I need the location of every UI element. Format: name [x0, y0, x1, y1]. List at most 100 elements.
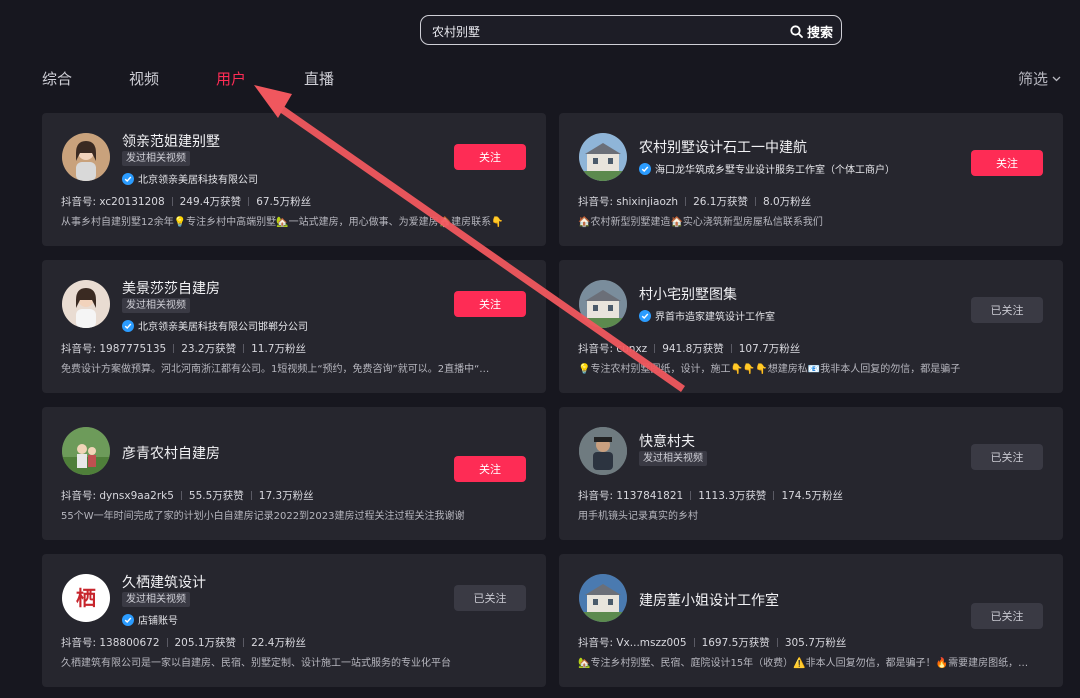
verification: 海口龙华筑成乡墅专业设计服务工作室（个体工商户）: [639, 161, 895, 176]
avatar[interactable]: [579, 574, 627, 622]
verification: 店铺账号: [122, 612, 178, 627]
user-card[interactable]: 农村别墅设计石工一中建航海口龙华筑成乡墅专业设计服务工作室（个体工商户） 抖音号:…: [559, 113, 1063, 246]
filter-button[interactable]: 筛选: [1018, 68, 1061, 89]
user-stats: 抖音号: cunxz 941.8万获赞 107.7万粉丝: [578, 341, 800, 356]
verified-check-icon: [639, 162, 651, 175]
search-button-label: 搜索: [806, 26, 833, 41]
user-name[interactable]: 农村别墅设计石工一中建航: [639, 137, 807, 157]
douyin-id: 抖音号: 1137841821: [578, 490, 684, 502]
search-input[interactable]: 农村别墅: [432, 23, 480, 40]
avatar[interactable]: [62, 280, 110, 328]
user-card[interactable]: 美景莎莎自建房 发过相关视频 北京领亲美居科技有限公司邯郸分公司 抖音号: 19877…: [42, 260, 546, 393]
user-card[interactable]: 建房董小姐设计工作室抖音号: Vx...mszz005 1697.5万获赞 305.…: [559, 554, 1063, 687]
divider: [773, 491, 775, 500]
user-card[interactable]: 彦青农村自建房抖音号: dynsx9aa2rk5 55.5万获赞 17.3万粉丝 55…: [42, 407, 546, 540]
search-icon: [790, 25, 803, 38]
user-name[interactable]: 美景莎莎自建房: [122, 278, 220, 298]
filter-label: 筛选: [1018, 70, 1049, 88]
user-stats: 抖音号: 1987775135 23.2万获赞 11.7万粉丝: [61, 341, 306, 356]
followed-button[interactable]: 已关注: [454, 585, 526, 611]
user-bio: 55个W一年时间完成了家的计划小白自建房记录2022到2023建房过程关注过程关…: [61, 511, 465, 522]
verification-label: 海口龙华筑成乡墅专业设计服务工作室（个体工商户）: [655, 165, 895, 176]
verification-label: 界首市造家建筑设计工作室: [655, 312, 775, 323]
verified-check-icon: [122, 172, 134, 185]
avatar[interactable]: [62, 427, 110, 475]
likes-count: 23.2万获赞: [181, 343, 237, 355]
verification: 界首市造家建筑设计工作室: [639, 308, 775, 323]
fans-count: 8.0万粉丝: [762, 196, 812, 208]
user-card[interactable]: 栖 久栖建筑设计 发过相关视频 店铺账号 抖音号: 138800672 205.1万获赞 2…: [42, 554, 546, 687]
search-bar[interactable]: 农村别墅 搜索: [420, 15, 842, 45]
divider: [730, 344, 732, 353]
divider: [243, 344, 245, 353]
fans-count: 305.7万粉丝: [784, 637, 847, 649]
tab-general[interactable]: 综合: [42, 68, 72, 89]
avatar[interactable]: 栖: [62, 574, 110, 622]
follow-button[interactable]: 关注: [454, 144, 526, 170]
user-name[interactable]: 村小宅别墅图集: [639, 284, 737, 304]
verified-check-icon: [639, 309, 651, 322]
divider: [180, 491, 182, 500]
follow-button[interactable]: 关注: [454, 291, 526, 317]
followed-button[interactable]: 已关注: [971, 444, 1043, 470]
divider: [173, 344, 175, 353]
likes-count: 941.8万获赞: [662, 343, 724, 355]
user-bio: 用手机镜头记录真实的乡村: [578, 511, 698, 522]
likes-count: 1697.5万获赞: [701, 637, 770, 649]
user-name[interactable]: 建房董小姐设计工作室: [639, 590, 779, 610]
avatar[interactable]: [579, 280, 627, 328]
tab-users[interactable]: 用户: [216, 68, 246, 89]
user-card[interactable]: 快意村夫 发过相关视频 抖音号: 1137841821 1113.3万获赞 174.5万…: [559, 407, 1063, 540]
fans-count: 67.5万粉丝: [256, 196, 312, 208]
user-name[interactable]: 久栖建筑设计: [122, 572, 206, 592]
divider: [248, 197, 250, 206]
user-card[interactable]: 村小宅别墅图集界首市造家建筑设计工作室抖音号: cunxz 941.8万获赞 107…: [559, 260, 1063, 393]
user-name[interactable]: 彦青农村自建房: [122, 443, 220, 463]
user-stats: 抖音号: shixinjiaozh 26.1万获赞 8.0万粉丝: [578, 194, 811, 209]
user-bio: 💡专注农村别墅图纸，设计，施工👇👇👇想建房私📧我非本人回复的勿信，都是骗子: [578, 364, 961, 375]
verification: 北京领亲美居科技有限公司邯郸分公司: [122, 318, 308, 333]
verification: 北京领亲美居科技有限公司: [122, 171, 258, 186]
tab-videos[interactable]: 视频: [129, 68, 159, 89]
user-stats: 抖音号: xc20131208 249.4万获赞 67.5万粉丝: [61, 194, 311, 209]
avatar[interactable]: [62, 133, 110, 181]
avatar[interactable]: [579, 133, 627, 181]
verified-check-icon: [122, 613, 134, 626]
user-stats: 抖音号: dynsx9aa2rk5 55.5万获赞 17.3万粉丝: [61, 488, 314, 503]
chevron-down-icon: [1052, 76, 1061, 81]
user-name[interactable]: 快意村夫: [639, 431, 695, 451]
fans-count: 107.7万粉丝: [738, 343, 801, 355]
divider: [693, 638, 695, 647]
user-bio: 🏡专注乡村别墅、民宿、庭院设计15年（收费）⚠️非本人回复勿信，都是骗子！🔥需要…: [578, 658, 1029, 669]
likes-count: 26.1万获赞: [693, 196, 748, 208]
douyin-id: 抖音号: dynsx9aa2rk5: [61, 490, 174, 502]
divider: [754, 197, 756, 206]
user-stats: 抖音号: 138800672 205.1万获赞 22.4万粉丝: [61, 635, 306, 650]
followed-button[interactable]: 已关注: [971, 297, 1043, 323]
douyin-id: 抖音号: 138800672: [61, 637, 160, 649]
tab-live[interactable]: 直播: [304, 68, 334, 89]
divider: [685, 197, 687, 206]
divider: [690, 491, 692, 500]
user-bio: 久栖建筑有限公司是一家以自建房、民宿、别墅定制、设计施工一站式服务的专业化平台: [61, 658, 451, 669]
verification-label: 北京领亲美居科技有限公司邯郸分公司: [138, 322, 308, 333]
verification-label: 店铺账号: [138, 616, 178, 627]
douyin-id: 抖音号: shixinjiaozh: [578, 196, 679, 208]
douyin-id: 抖音号: cunxz: [578, 343, 648, 355]
user-bio: 免费设计方案做预算。河北河南浙江都有公司。1短视频上“预约，免费咨询”就可以。2…: [61, 364, 490, 375]
likes-count: 249.4万获赞: [179, 196, 242, 208]
followed-button[interactable]: 已关注: [971, 603, 1043, 629]
fans-count: 174.5万粉丝: [781, 490, 843, 502]
douyin-id: 抖音号: xc20131208: [61, 196, 165, 208]
follow-button[interactable]: 关注: [971, 150, 1043, 176]
douyin-id: 抖音号: Vx...mszz005: [578, 637, 687, 649]
fans-count: 17.3万粉丝: [258, 490, 314, 502]
user-card[interactable]: 领亲范姐建别墅 发过相关视频 北京领亲美居科技有限公司 抖音号: xc20131208…: [42, 113, 546, 246]
verified-check-icon: [122, 319, 134, 332]
follow-button[interactable]: 关注: [454, 456, 526, 482]
fans-count: 22.4万粉丝: [251, 637, 306, 649]
avatar[interactable]: [579, 427, 627, 475]
divider: [243, 638, 245, 647]
user-name[interactable]: 领亲范姐建别墅: [122, 131, 220, 151]
search-button[interactable]: 搜索: [790, 22, 833, 41]
